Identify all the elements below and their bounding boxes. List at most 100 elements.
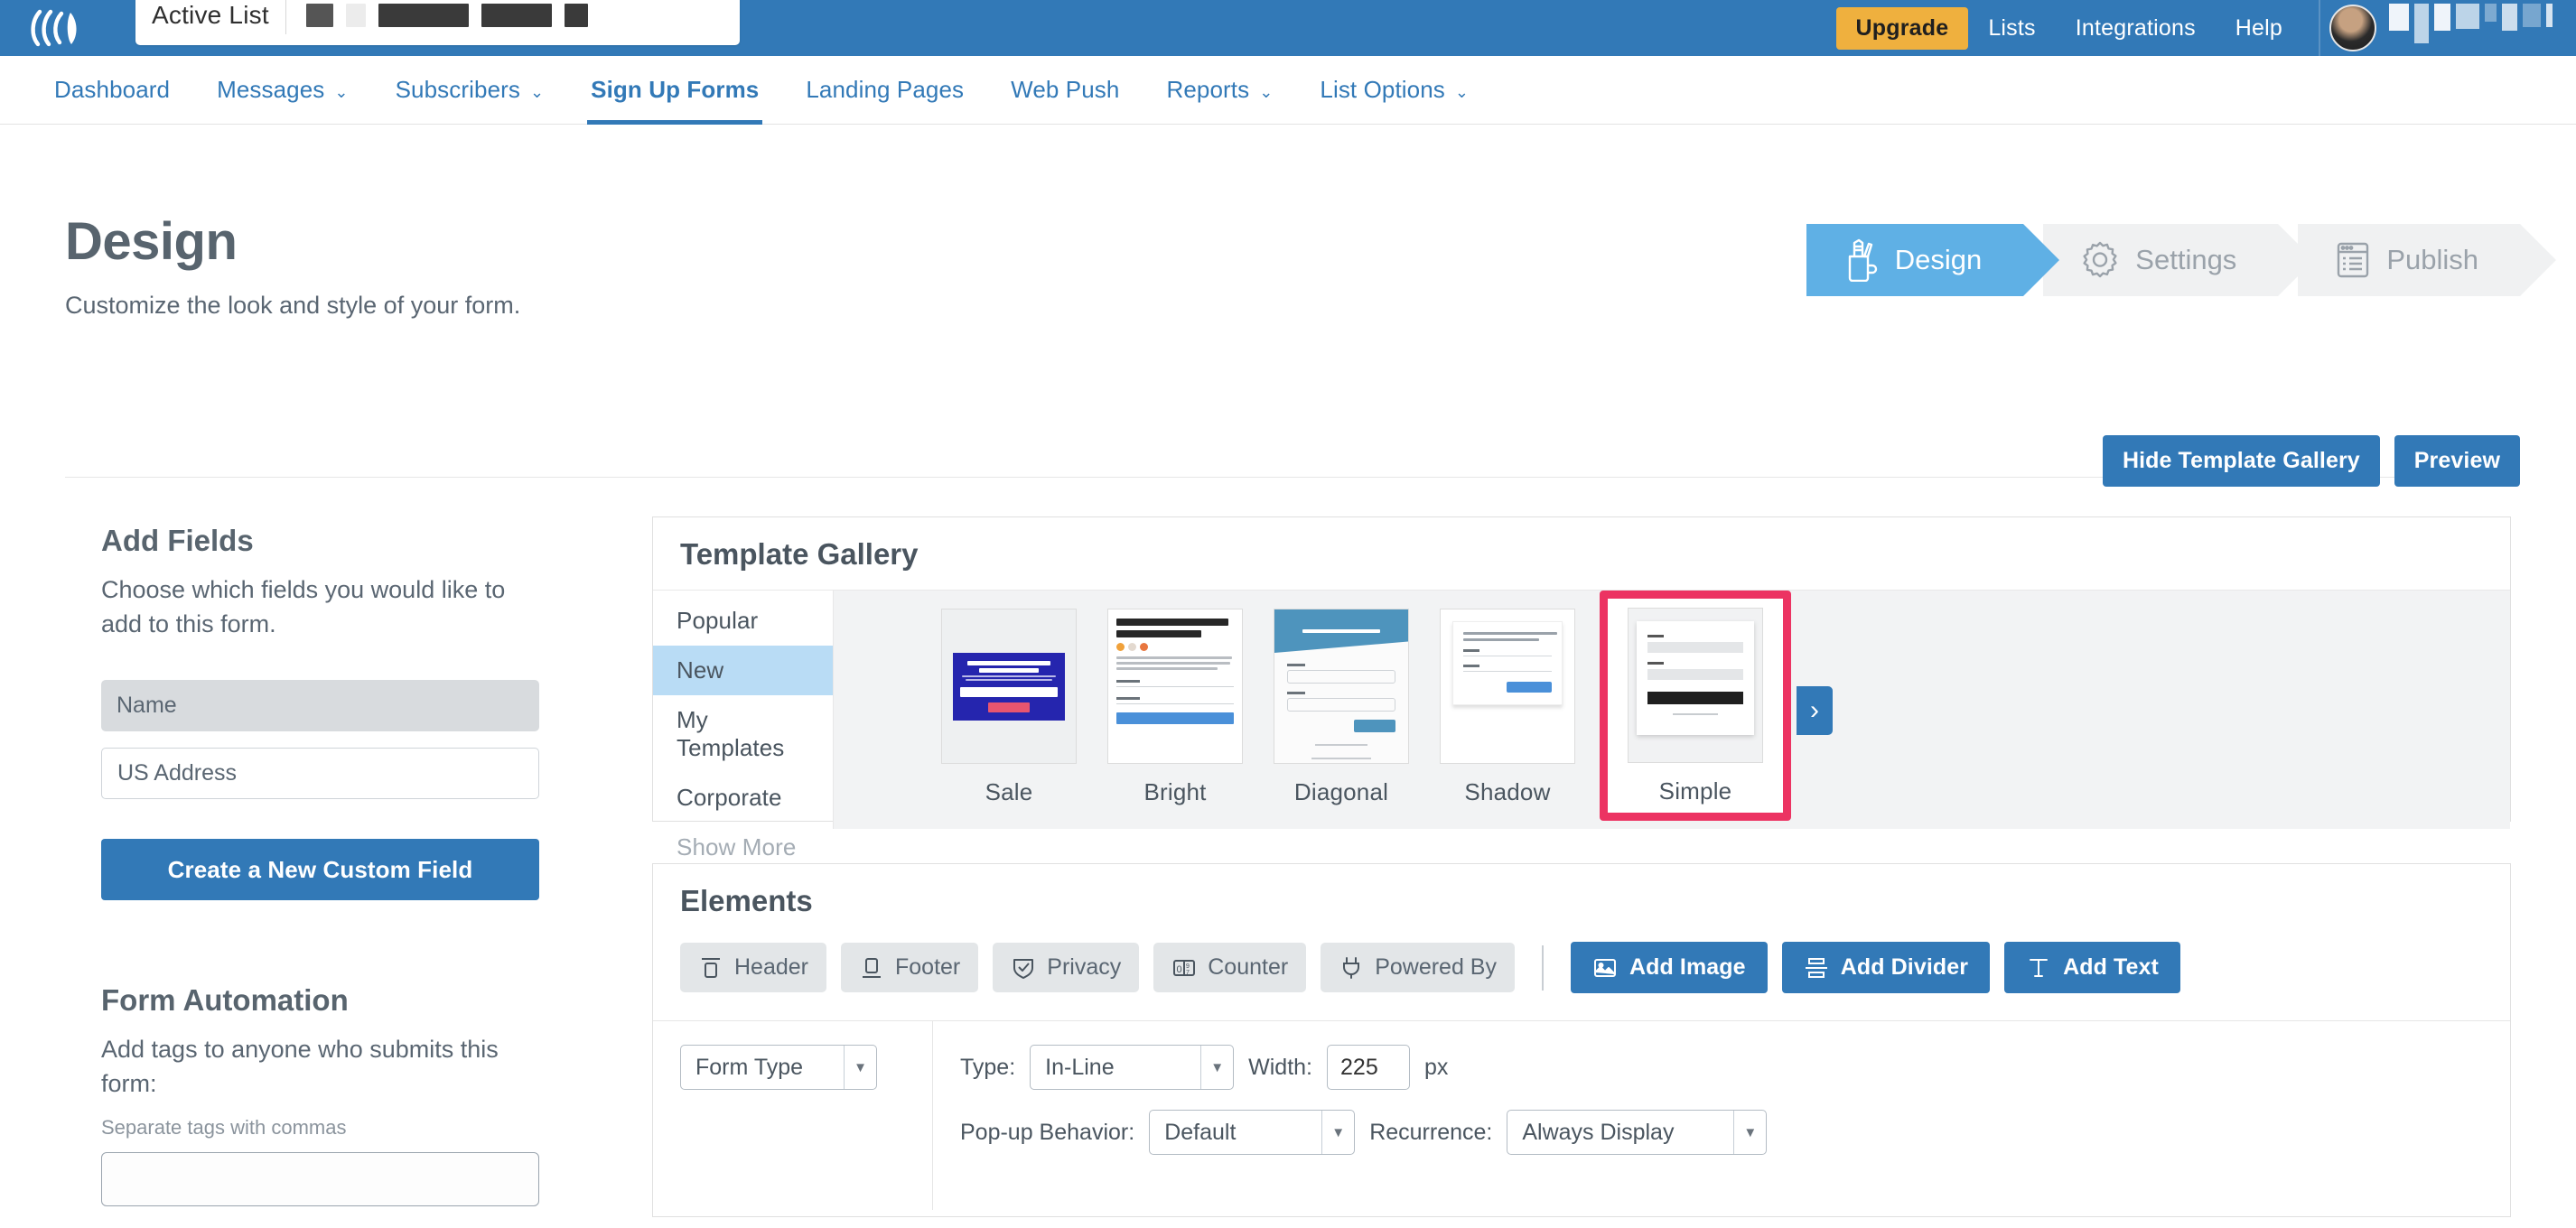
brand-swoosh-logo[interactable] bbox=[0, 0, 117, 56]
pencil-cup-icon bbox=[1843, 238, 1881, 282]
field-option-label: US Address bbox=[117, 759, 238, 786]
button-label: Add Image bbox=[1629, 954, 1746, 980]
chip-label: Privacy bbox=[1047, 954, 1122, 981]
sidebar: Add Fields Choose which fields you would… bbox=[101, 524, 539, 1206]
popup-behavior-select[interactable]: Default ▼ bbox=[1149, 1110, 1356, 1156]
template-card-shadow[interactable]: Shadow bbox=[1426, 609, 1589, 806]
field-option-label: Name bbox=[117, 692, 177, 718]
chevron-down-icon: ▼ bbox=[1321, 1111, 1354, 1155]
chevron-down-icon: ▼ bbox=[1733, 1111, 1766, 1155]
nav-item-landing-pages[interactable]: Landing Pages bbox=[782, 56, 987, 125]
category-popular[interactable]: Popular bbox=[653, 596, 833, 646]
step-settings[interactable]: Settings bbox=[2043, 224, 2315, 296]
preview-button[interactable]: Preview bbox=[2394, 435, 2520, 488]
form-type-select[interactable]: Form Type ▼ bbox=[680, 1045, 877, 1091]
category-my-templates[interactable]: My Templates bbox=[653, 695, 833, 773]
add-text-button[interactable]: Add Text bbox=[2004, 942, 2180, 994]
element-counter-button[interactable]: 097 Counter bbox=[1153, 943, 1307, 993]
chevron-down-icon: ⌄ bbox=[529, 82, 545, 101]
select-value: Always Display bbox=[1522, 1119, 1675, 1145]
shield-check-icon bbox=[1011, 955, 1036, 981]
template-thumbnail-image bbox=[1628, 608, 1763, 763]
nav-item-subscribers[interactable]: Subscribers ⌄ bbox=[372, 56, 568, 125]
browser-list-icon bbox=[2334, 239, 2372, 281]
template-label: Diagonal bbox=[1293, 778, 1389, 805]
top-link-lists[interactable]: Lists bbox=[1968, 15, 2055, 42]
element-powered-by-button[interactable]: Powered By bbox=[1321, 943, 1515, 993]
nav-item-sign-up-forms[interactable]: Sign Up Forms bbox=[567, 56, 782, 125]
nav-label: Sign Up Forms bbox=[591, 76, 760, 103]
gear-icon bbox=[2079, 239, 2121, 281]
type-select[interactable]: In-Line ▼ bbox=[1030, 1045, 1235, 1091]
template-label: Sale bbox=[985, 778, 1033, 805]
form-config-row: Form Type ▼ Type: In-Line ▼ Width: 225 p… bbox=[653, 1020, 2510, 1211]
nav-label: Landing Pages bbox=[806, 76, 965, 103]
template-thumbnail-image bbox=[1107, 609, 1243, 764]
upgrade-button[interactable]: Upgrade bbox=[1835, 6, 1969, 50]
step-label: Design bbox=[1894, 244, 1983, 275]
nav-item-list-options[interactable]: List Options ⌄ bbox=[1296, 56, 1492, 125]
form-automation-hint: Separate tags with commas bbox=[101, 1115, 347, 1139]
top-link-help[interactable]: Help bbox=[2216, 15, 2302, 42]
element-privacy-button[interactable]: Privacy bbox=[993, 943, 1140, 993]
recurrence-label: Recurrence: bbox=[1369, 1119, 1493, 1145]
form-type-column: Form Type ▼ bbox=[653, 1021, 933, 1211]
template-card-bright[interactable]: Bright bbox=[1094, 609, 1256, 806]
account-name-redacted[interactable] bbox=[2376, 0, 2576, 56]
active-list-picker[interactable]: Active List bbox=[135, 0, 740, 45]
tags-input[interactable] bbox=[101, 1151, 539, 1206]
recurrence-select[interactable]: Always Display ▼ bbox=[1507, 1110, 1768, 1156]
add-divider-button[interactable]: Add Divider bbox=[1781, 942, 1991, 994]
top-link-integrations[interactable]: Integrations bbox=[2056, 15, 2216, 42]
svg-text:7: 7 bbox=[1186, 970, 1190, 976]
power-plug-icon bbox=[1339, 955, 1364, 981]
gallery-next-arrow-button[interactable]: › bbox=[1797, 686, 1833, 735]
main-navigation: Dashboard Messages ⌄ Subscribers ⌄ Sign … bbox=[0, 56, 2576, 125]
nav-item-messages[interactable]: Messages ⌄ bbox=[193, 56, 372, 125]
nav-item-web-push[interactable]: Web Push bbox=[987, 56, 1143, 125]
category-corporate[interactable]: Corporate bbox=[653, 773, 833, 823]
gallery-actions: Hide Template Gallery Preview bbox=[2102, 435, 2520, 488]
type-label: Type: bbox=[960, 1054, 1016, 1080]
width-input[interactable]: 225 bbox=[1327, 1045, 1411, 1091]
category-new[interactable]: New bbox=[653, 646, 833, 695]
field-option-us-address[interactable]: US Address bbox=[101, 747, 539, 799]
template-label: Simple bbox=[1658, 777, 1732, 805]
template-card-diagonal[interactable]: Diagonal bbox=[1260, 609, 1423, 806]
template-thumbnail-image bbox=[1440, 609, 1575, 764]
form-automation-description: Add tags to anyone who submits this form… bbox=[101, 1036, 499, 1098]
nav-item-dashboard[interactable]: Dashboard bbox=[31, 56, 193, 125]
template-thumbnail-image bbox=[941, 609, 1077, 764]
avatar[interactable] bbox=[2329, 5, 2376, 51]
button-label: Add Text bbox=[2063, 954, 2159, 980]
chevron-down-icon: ▼ bbox=[1200, 1046, 1233, 1090]
template-thumbnail-list: Sale Bright Diagonal Shadow Simple › bbox=[834, 591, 2510, 829]
page-title: Design bbox=[65, 212, 238, 271]
nav-label: Web Push bbox=[1011, 76, 1120, 103]
create-custom-field-button[interactable]: Create a New Custom Field bbox=[101, 838, 539, 901]
step-design[interactable]: Design bbox=[1806, 224, 2059, 296]
add-fields-description: Choose which fields you would like to ad… bbox=[101, 576, 506, 638]
step-publish[interactable]: Publish bbox=[2298, 224, 2556, 296]
active-list-label: Active List bbox=[152, 1, 269, 29]
template-thumbnail-image bbox=[1274, 609, 1409, 764]
field-option-name[interactable]: Name bbox=[101, 679, 539, 731]
chevron-down-icon: ⌄ bbox=[1259, 82, 1274, 101]
template-card-simple[interactable]: Simple bbox=[1600, 591, 1791, 821]
divider-icon bbox=[1804, 955, 1829, 981]
chevron-down-icon: ▼ bbox=[844, 1046, 876, 1090]
template-gallery-title: Template Gallery bbox=[680, 537, 919, 571]
add-image-button[interactable]: Add Image bbox=[1570, 942, 1768, 994]
chip-label: Powered By bbox=[1375, 954, 1497, 981]
nav-item-reports[interactable]: Reports ⌄ bbox=[1143, 56, 1296, 125]
top-bar-right: Upgrade Lists Integrations Help bbox=[1835, 0, 2576, 56]
element-header-button[interactable]: Header bbox=[680, 943, 826, 993]
chip-label: Counter bbox=[1208, 954, 1289, 981]
select-value: In-Line bbox=[1045, 1054, 1115, 1080]
hide-template-gallery-button[interactable]: Hide Template Gallery bbox=[2102, 435, 2380, 488]
chevron-down-icon: ⌄ bbox=[1454, 82, 1470, 101]
form-automation-heading: Form Automation bbox=[101, 983, 349, 1018]
element-footer-button[interactable]: Footer bbox=[841, 943, 979, 993]
template-card-sale[interactable]: Sale bbox=[928, 609, 1090, 806]
odometer-counter-icon: 097 bbox=[1171, 955, 1197, 981]
